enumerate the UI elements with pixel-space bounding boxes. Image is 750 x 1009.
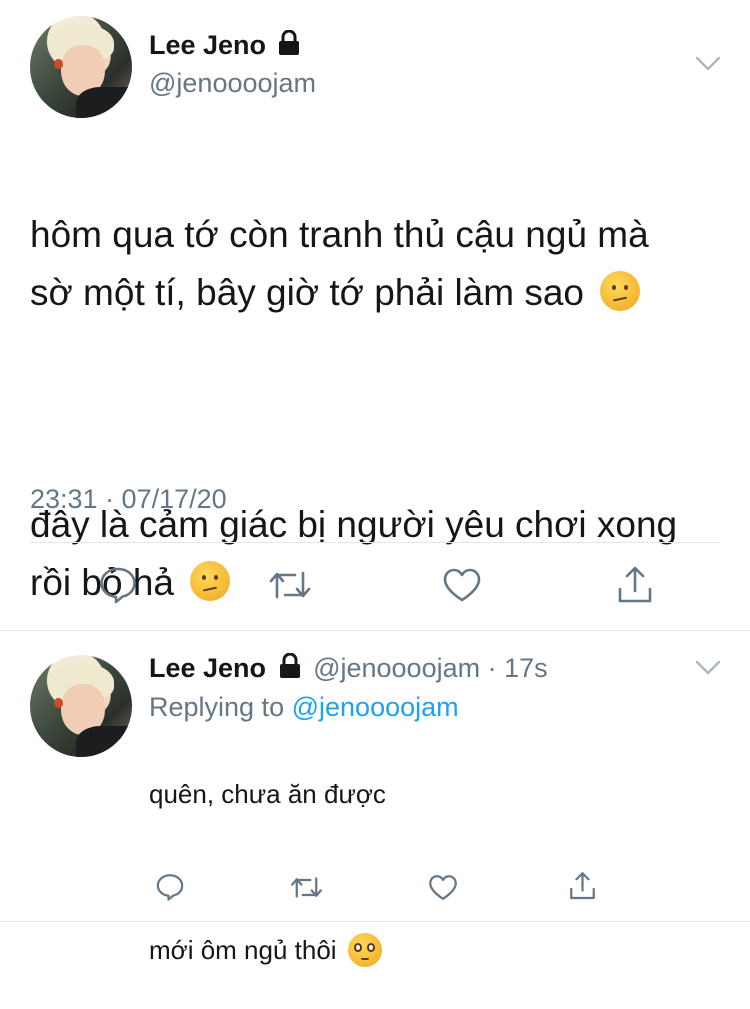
- display-name[interactable]: Lee Jeno: [149, 30, 266, 60]
- lock-icon: [278, 653, 302, 679]
- section-divider: [0, 630, 750, 631]
- display-name[interactable]: Lee Jeno: [149, 653, 266, 683]
- confused-face-emoji: [190, 561, 231, 602]
- share-icon[interactable]: [564, 868, 600, 904]
- lock-icon: [277, 30, 301, 56]
- divider: [30, 542, 720, 543]
- avatar-earring: [54, 697, 63, 709]
- tweet-age[interactable]: 17s: [504, 653, 548, 683]
- reply-header: Lee Jeno @jenoooojam · 17s: [149, 653, 548, 684]
- avatar-earring: [54, 58, 63, 70]
- reply-paragraph: quên, chưa ăn được: [149, 779, 386, 809]
- confused-face-emoji: [600, 271, 641, 312]
- bottom-divider: [0, 921, 750, 922]
- replying-prefix: Replying to: [149, 692, 285, 722]
- author-header: Lee Jeno: [149, 30, 301, 61]
- retweet-icon[interactable]: [288, 870, 324, 904]
- tweet-paragraph: hôm qua tớ còn tranh thủ cậu ngủ mà sờ m…: [30, 214, 649, 313]
- dot-separator: ·: [487, 653, 497, 683]
- handle[interactable]: @jenoooojam: [149, 68, 316, 99]
- replying-handle-link[interactable]: @jenoooojam: [292, 692, 459, 722]
- like-icon[interactable]: [438, 563, 486, 607]
- chevron-down-icon[interactable]: [692, 50, 724, 78]
- reply-paragraph: mới ôm ngủ thôi: [149, 931, 719, 970]
- chevron-down-icon[interactable]: [692, 654, 724, 682]
- avatar[interactable]: [30, 16, 132, 118]
- handle[interactable]: @jenoooojam: [313, 653, 480, 683]
- reply-icon[interactable]: [94, 563, 142, 607]
- avatar-shirt: [75, 726, 132, 757]
- share-icon[interactable]: [611, 563, 659, 607]
- retweet-icon[interactable]: [266, 563, 314, 607]
- reply-icon[interactable]: [152, 870, 188, 904]
- timestamp[interactable]: 23:31 · 07/17/20: [30, 484, 227, 515]
- avatar[interactable]: [30, 655, 132, 757]
- avatar-shirt: [75, 87, 132, 118]
- replying-to: Replying to @jenoooojam: [149, 692, 459, 723]
- like-icon[interactable]: [425, 870, 461, 904]
- pleading-face-emoji: [347, 933, 382, 968]
